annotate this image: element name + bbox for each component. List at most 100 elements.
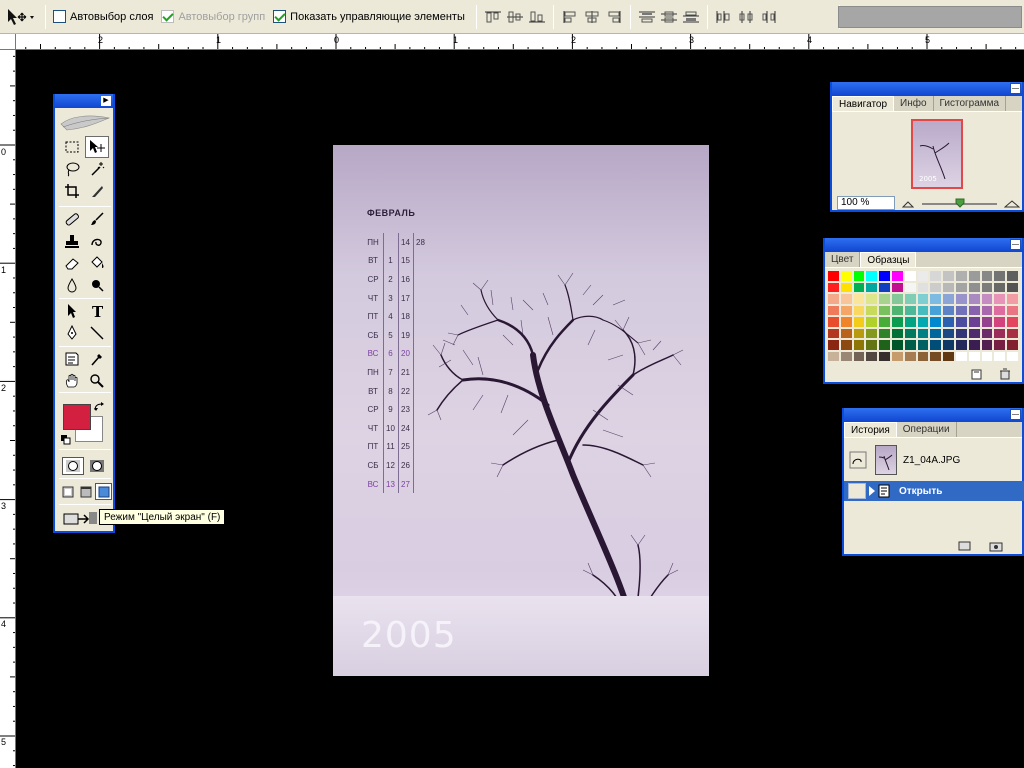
color-swatch[interactable] xyxy=(993,270,1007,282)
color-swatch[interactable] xyxy=(839,281,853,293)
color-swatch[interactable] xyxy=(827,281,840,293)
color-swatch[interactable] xyxy=(967,281,981,293)
lasso-tool[interactable] xyxy=(60,158,84,180)
history-brush-source-icon[interactable] xyxy=(849,451,867,469)
align-hcenter-button[interactable] xyxy=(581,6,603,28)
paint-bucket-tool[interactable] xyxy=(85,252,109,274)
history-state-source-box[interactable] xyxy=(848,483,866,499)
color-swatch[interactable] xyxy=(916,327,930,339)
brush-tool[interactable] xyxy=(85,208,109,230)
zoom-tool[interactable] xyxy=(85,370,109,392)
history-titlebar[interactable]: — xyxy=(844,408,1022,422)
color-swatch[interactable] xyxy=(929,270,943,282)
hand-tool[interactable] xyxy=(60,370,84,392)
color-swatch[interactable] xyxy=(993,304,1007,316)
color-swatch[interactable] xyxy=(865,339,879,351)
color-swatch[interactable] xyxy=(942,270,955,282)
color-swatch[interactable] xyxy=(1006,327,1019,339)
palette-well[interactable] xyxy=(838,6,1022,28)
swatches-palette[interactable]: — Цвет Образцы xyxy=(823,238,1024,384)
color-swatch[interactable] xyxy=(865,270,879,282)
color-swatch[interactable] xyxy=(1006,281,1019,293)
color-swatch[interactable] xyxy=(980,293,994,305)
swap-colors-icon[interactable] xyxy=(93,401,105,413)
color-swatch[interactable] xyxy=(916,293,930,305)
path-selection-tool[interactable] xyxy=(60,300,84,322)
color-swatch[interactable] xyxy=(942,304,955,316)
color-swatch[interactable] xyxy=(878,316,891,328)
color-swatch[interactable] xyxy=(878,270,891,282)
color-swatch[interactable] xyxy=(903,339,917,351)
palette-minimize-button[interactable]: — xyxy=(1010,409,1021,420)
color-swatch[interactable] xyxy=(890,316,904,328)
color-swatch[interactable] xyxy=(890,339,904,351)
color-swatch[interactable] xyxy=(929,327,943,339)
align-vcenter-button[interactable] xyxy=(504,6,526,28)
foreground-color-swatch[interactable] xyxy=(63,404,91,430)
color-swatch[interactable] xyxy=(878,350,891,362)
color-swatch[interactable] xyxy=(878,281,891,293)
history-state-row[interactable]: Открыть xyxy=(844,481,1024,501)
color-swatch[interactable] xyxy=(839,339,853,351)
color-swatch[interactable] xyxy=(1006,316,1019,328)
color-swatch[interactable] xyxy=(954,270,968,282)
slice-tool[interactable] xyxy=(85,180,109,202)
color-swatch[interactable] xyxy=(903,270,917,282)
align-top-button[interactable] xyxy=(482,6,504,28)
color-swatch[interactable] xyxy=(993,281,1007,293)
color-swatch[interactable] xyxy=(827,304,840,316)
document-canvas[interactable]: ФЕВРАЛЬ ПН 14 28 ВТ 1 15 СР 2 16 ЧТ 3 17 ПТ 4 18 СБ 5 19 В… xyxy=(333,145,709,676)
new-snapshot-icon[interactable] xyxy=(989,540,1003,552)
color-swatch[interactable] xyxy=(967,270,981,282)
color-swatch[interactable] xyxy=(993,339,1007,351)
color-swatch[interactable] xyxy=(878,304,891,316)
new-document-from-state-icon[interactable] xyxy=(958,540,972,552)
line-tool[interactable] xyxy=(85,322,109,344)
color-swatch[interactable] xyxy=(890,350,904,362)
color-swatch[interactable] xyxy=(980,270,994,282)
zoom-out-icon[interactable] xyxy=(902,199,914,209)
distribute-left-button[interactable] xyxy=(713,6,735,28)
color-swatch[interactable] xyxy=(865,281,879,293)
color-swatch[interactable] xyxy=(903,316,917,328)
color-swatch[interactable] xyxy=(942,293,955,305)
quick-mask-mode-button[interactable] xyxy=(86,457,108,475)
color-swatch[interactable] xyxy=(980,281,994,293)
color-swatch[interactable] xyxy=(954,327,968,339)
eraser-tool[interactable] xyxy=(60,252,84,274)
color-swatch[interactable] xyxy=(916,304,930,316)
palette-minimize-button[interactable]: — xyxy=(1010,83,1021,94)
distribute-bottom-button[interactable] xyxy=(680,6,702,28)
color-swatch[interactable] xyxy=(865,350,879,362)
align-left-button[interactable] xyxy=(559,6,581,28)
color-swatch[interactable] xyxy=(852,327,866,339)
color-swatch[interactable] xyxy=(839,316,853,328)
color-swatch[interactable] xyxy=(839,293,853,305)
color-swatch[interactable] xyxy=(993,350,1007,362)
color-swatch[interactable] xyxy=(852,281,866,293)
color-swatch[interactable] xyxy=(865,293,879,305)
color-swatch[interactable] xyxy=(890,281,904,293)
color-swatch[interactable] xyxy=(954,304,968,316)
color-swatch[interactable] xyxy=(903,281,917,293)
tool-preset-picker[interactable] xyxy=(0,3,40,31)
color-swatch[interactable] xyxy=(827,327,840,339)
pen-tool[interactable] xyxy=(60,322,84,344)
navigator-palette[interactable]: — Навигатор Инфо Гистограмма 2005 100 % xyxy=(830,82,1024,212)
checkbox-box[interactable] xyxy=(53,10,66,23)
color-swatch[interactable] xyxy=(903,327,917,339)
auto-select-layer-checkbox[interactable]: Автовыбор слоя xyxy=(53,10,153,23)
color-swatch[interactable] xyxy=(827,270,840,282)
notes-tool[interactable] xyxy=(60,348,84,370)
color-swatch[interactable] xyxy=(890,327,904,339)
ruler-left[interactable]: 0 1 2 3 4 5 xyxy=(0,50,16,768)
color-swatch[interactable] xyxy=(929,304,943,316)
distribute-vcenter-button[interactable] xyxy=(658,6,680,28)
color-swatch[interactable] xyxy=(852,270,866,282)
history-palette[interactable]: — История Операции Z1_04A.JPG Открыть xyxy=(842,408,1024,556)
color-swatch[interactable] xyxy=(916,270,930,282)
color-swatch[interactable] xyxy=(839,270,853,282)
navigator-thumbnail[interactable]: 2005 xyxy=(911,119,963,189)
color-swatch[interactable] xyxy=(929,316,943,328)
tab-actions[interactable]: Операции xyxy=(897,422,957,437)
